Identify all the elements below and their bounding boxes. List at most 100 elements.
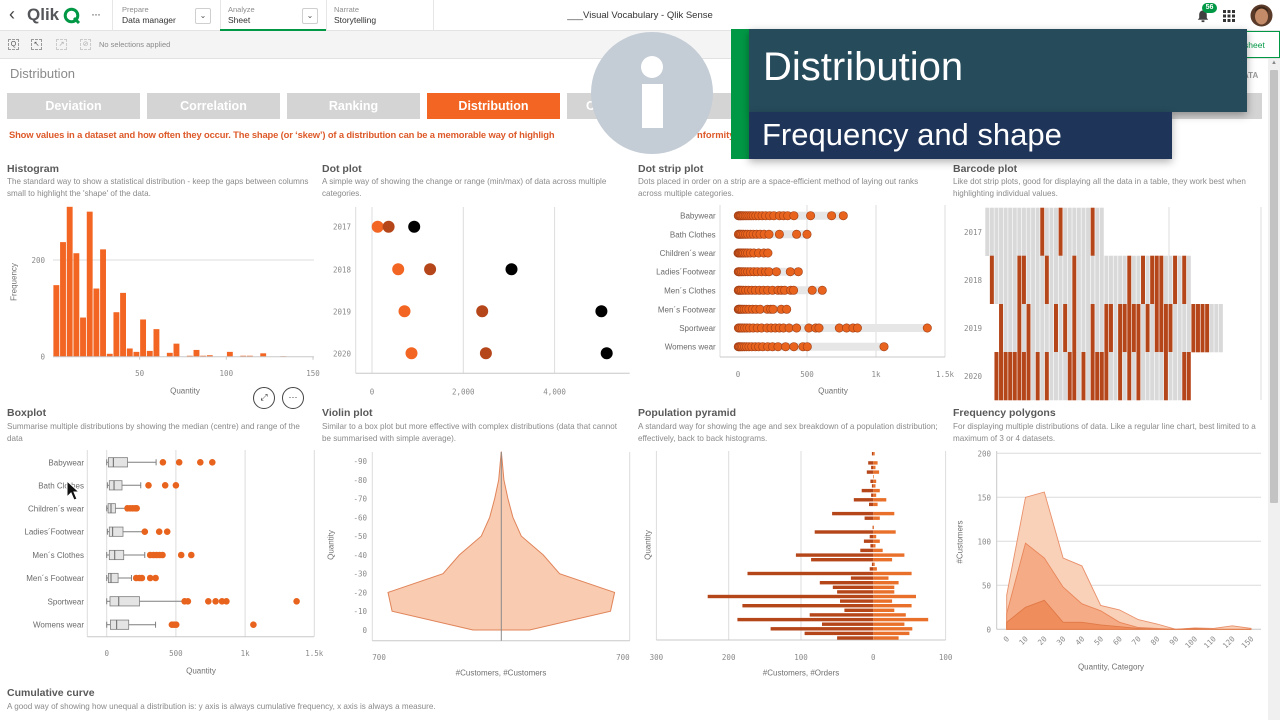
- barcode-mark: [1026, 304, 1031, 353]
- barcode-mark: [999, 304, 1004, 353]
- chevron-down-icon[interactable]: ⌄: [195, 8, 211, 24]
- app-grid-icon[interactable]: [1223, 10, 1235, 22]
- population-pyramid-chart[interactable]: 300 200 100 0 100: [634, 443, 953, 680]
- histogram-bar: [120, 292, 126, 357]
- frequency-polygons-chart[interactable]: 0501001502000 10 20 30 40 50 60 70 80 90 100 110 120…: [950, 443, 1268, 680]
- boxplot-chart[interactable]: 0 500 1k 1.5kBabywearBath ClothesChildren´s…: [0, 443, 324, 680]
- dot-strip-plot-title: Dot strip plot: [638, 163, 704, 175]
- y-tick-label: -30: [353, 570, 367, 579]
- violin-plot-chart[interactable]: -90 -80 -70 -60 -50 -40 -30 -20 -10 0 700 700: [318, 443, 636, 680]
- histogram-bar: [173, 343, 180, 357]
- histogram-bar: [193, 349, 200, 357]
- tab-distribution[interactable]: Distribution: [427, 93, 560, 119]
- outlier: [141, 528, 149, 535]
- barcode-cell: [1003, 255, 1008, 304]
- y-tick-label: 0: [986, 625, 991, 634]
- barcode-cell: [1058, 352, 1063, 401]
- y-tick-label: -80: [353, 476, 367, 485]
- step-forward-icon[interactable]: ↗: [56, 39, 67, 50]
- pyramid-bar-left: [832, 511, 874, 516]
- chart-more-button[interactable]: ···: [282, 387, 304, 409]
- pyramid-bar-right: [873, 534, 877, 539]
- vertical-scrollbar[interactable]: ▲: [1268, 59, 1280, 720]
- pyramid-bar-left: [822, 622, 874, 626]
- barcode-cell: [1086, 255, 1091, 304]
- barcode-cell: [1090, 255, 1095, 304]
- x-tick-label: 4,000: [543, 387, 566, 396]
- histogram-bar: [166, 352, 173, 357]
- histogram-chart[interactable]: 020050 100 150: [0, 198, 320, 403]
- x-tick-label: 50: [1092, 634, 1105, 647]
- dot-plot-description: A simple way of showing the change or ra…: [322, 177, 607, 198]
- pyramid-bar-left: [737, 617, 874, 622]
- pyramid-bar-right: [873, 479, 877, 483]
- clear-selections-icon[interactable]: ⊘: [80, 39, 91, 50]
- barcode-cell: [1044, 304, 1049, 353]
- selections-tool-icon[interactable]: ↖: [31, 39, 42, 50]
- barcode-cell: [1035, 304, 1040, 353]
- barcode-mark: [1191, 304, 1196, 353]
- x-tick-label: 500: [169, 649, 183, 658]
- smart-search-icon[interactable]: Q: [8, 39, 19, 50]
- barcode-mark: [1163, 352, 1168, 401]
- barcode-cell: [989, 207, 994, 256]
- tab-ranking[interactable]: Ranking: [287, 93, 420, 119]
- x-tick-label: 500: [800, 370, 814, 379]
- qlik-logo[interactable]: Qlik: [26, 4, 84, 28]
- x-tick-label: 70: [1130, 634, 1143, 647]
- dot-strip-plot-chart[interactable]: 0 500 1k 1.5kBabywearBath ClothesChildren´s…: [634, 198, 955, 403]
- pyramid-bar-left: [868, 461, 874, 465]
- dot: [476, 305, 489, 318]
- dot-plot-chart[interactable]: 0 2,000 4,000 2017 2018 2019 2020: [318, 198, 636, 403]
- dot: [814, 323, 824, 333]
- pyramid-bar-right: [873, 585, 895, 589]
- barcode-cell: [1054, 207, 1058, 256]
- barcode-mark: [1104, 352, 1109, 401]
- nav-analyze[interactable]: Analyze Sheet ⌄: [220, 0, 326, 31]
- frequency-polygons-description: For displaying multiple distributions of…: [953, 422, 1256, 443]
- expand-chart-button[interactable]: ⤢: [253, 387, 275, 409]
- barcode-cell: [1099, 304, 1104, 353]
- nav-prepare[interactable]: Prepare Data manager ⌄: [113, 0, 220, 31]
- barcode-mark: [1127, 255, 1132, 304]
- dot: [781, 342, 791, 352]
- outlier: [159, 551, 166, 559]
- barcode-cell: [994, 207, 999, 256]
- dot: [806, 211, 816, 221]
- barcode-mark: [1159, 255, 1164, 304]
- dot: [817, 285, 827, 295]
- box: [108, 572, 119, 584]
- barcode-cell: [1017, 207, 1022, 256]
- pyramid-bar-right: [873, 590, 895, 594]
- dot: [768, 304, 778, 314]
- tab-correlation[interactable]: Correlation: [147, 93, 280, 119]
- histogram-bar: [53, 285, 60, 357]
- avatar[interactable]: [1250, 4, 1273, 27]
- x-tick-label: 2,000: [452, 387, 475, 396]
- x-tick-label: 20: [1036, 634, 1049, 647]
- barcode-plot-chart[interactable]: 2017 2018 2019 2020: [950, 198, 1268, 401]
- barcode-cell: [1067, 255, 1072, 304]
- cumulative-curve-description: A good way of showing how unequal a dist…: [7, 702, 436, 711]
- ellipsis-icon[interactable]: ···: [91, 7, 101, 21]
- y-tick-label: 200: [31, 256, 45, 265]
- y-tick-label: 50: [982, 581, 992, 590]
- barcode-cell: [1063, 255, 1068, 304]
- tab-deviation[interactable]: Deviation: [7, 93, 140, 119]
- barcode-cell: [1163, 255, 1168, 304]
- x-tick-label: 300: [650, 653, 664, 662]
- barcode-mark: [1159, 304, 1164, 353]
- nav-caption: Analyze: [228, 5, 255, 14]
- chevron-left-icon[interactable]: ‹: [9, 4, 15, 25]
- scrollbar-thumb[interactable]: [1270, 70, 1278, 503]
- category-label: Womens wear: [33, 621, 84, 630]
- pyramid-bar-left: [844, 608, 874, 612]
- barcode-cell: [1076, 255, 1081, 304]
- y-tick-label: 200: [977, 449, 991, 458]
- nav-narrate[interactable]: Narrate Storytelling: [327, 0, 433, 31]
- scroll-up-icon[interactable]: ▲: [1271, 60, 1277, 66]
- chevron-down-icon[interactable]: ⌄: [302, 8, 318, 24]
- barcode-mark: [1145, 304, 1150, 353]
- pyramid-bar-left: [870, 544, 874, 548]
- barcode-cell: [994, 255, 999, 304]
